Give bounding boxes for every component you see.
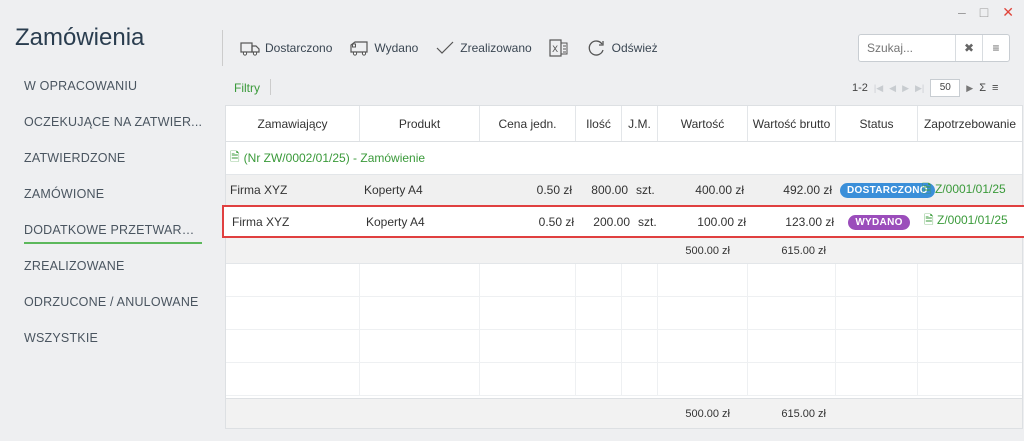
cell-client: Firma XYZ (230, 183, 288, 197)
sidebar-item-additional-processing[interactable]: DODATKOWE PRZETWARZA... (24, 218, 202, 244)
page-title: Zamówienia (15, 24, 145, 51)
hamburger-icon: ≡ (992, 41, 1000, 55)
search-box: ✖ ≡ (858, 34, 1010, 62)
empty-row (226, 330, 1022, 363)
sidebar-item-in-progress[interactable]: W OPRACOWANIU (24, 74, 204, 110)
cell-quantity: 800.00 (591, 183, 628, 197)
table-row[interactable]: Firma XYZ Koperty A4 0.50 zł 800.00 szt.… (226, 174, 1022, 206)
clear-icon: ✖ (963, 41, 975, 55)
checkmark-icon (436, 41, 454, 54)
delivered-label: Dostarczono (265, 41, 333, 55)
minimize-button[interactable]: – (958, 4, 966, 21)
van-icon (350, 41, 368, 56)
col-product[interactable]: Produkt (360, 106, 480, 141)
col-unit[interactable]: J.M. (622, 106, 658, 141)
toolbar: Dostarczono Wydano Zrealizowano X Odświe… (222, 30, 664, 66)
completed-label: Zrealizowano (460, 41, 532, 55)
filters-divider (270, 79, 271, 95)
group-label: (Nr ZW/0002/01/25) - Zamówienie (243, 151, 426, 165)
col-client[interactable]: Zamawiający (226, 106, 360, 141)
sidebar-item-all[interactable]: WSZYSTKIE (24, 326, 204, 362)
cell-gross-value: 492.00 zł (783, 183, 832, 197)
columns-menu-icon[interactable]: ≡ (992, 82, 998, 94)
col-unit-price[interactable]: Cena jedn. (480, 106, 576, 141)
cell-product: Koperty A4 (364, 183, 423, 197)
next-page-icon[interactable]: ▶ (902, 83, 909, 94)
table-header: Zamawiający Produkt Cena jedn. Ilość J.M… (226, 106, 1022, 142)
pager: 1-2 |◀ ◀ ▶ ▶| 50 ▶ Σ ≡ (852, 79, 998, 97)
col-requisition[interactable]: Zapotrzebowanie (918, 106, 1022, 141)
requisition-link[interactable]: 🗎 Z/0001/01/25 (920, 211, 1024, 232)
first-page-icon[interactable]: |◀ (874, 83, 883, 94)
empty-row (226, 264, 1022, 297)
delivered-button[interactable]: Dostarczono (233, 34, 338, 62)
requisition-link[interactable]: 🗎 Z/0001/01/25 (918, 180, 1022, 201)
cell-product: Koperty A4 (366, 214, 425, 229)
issued-button[interactable]: Wydano (342, 34, 424, 62)
group-total-value: 500.00 zł (685, 244, 730, 257)
orders-table: Zamawiający Produkt Cena jedn. Ilość J.M… (222, 105, 1024, 429)
grand-total-row: 500.00 zł 615.00 zł (226, 398, 1022, 428)
prev-page-icon[interactable]: ◀ (889, 83, 896, 94)
col-gross-value[interactable]: Wartość brutto (748, 106, 836, 141)
close-button[interactable]: ✕ (1002, 4, 1014, 21)
sidebar-item-completed[interactable]: ZREALIZOWANE (24, 254, 204, 290)
page-size-dropdown-icon[interactable]: ▶ (966, 83, 973, 94)
sum-icon[interactable]: Σ (979, 82, 986, 94)
cell-client: Firma XYZ (232, 214, 290, 229)
cell-unit-price: 0.50 zł (536, 183, 572, 197)
cell-unit-price: 0.50 zł (538, 214, 574, 229)
refresh-icon (588, 40, 604, 56)
search-input[interactable] (859, 41, 955, 55)
page-size-input[interactable]: 50 (930, 79, 961, 97)
sidebar-item-approved[interactable]: ZATWIERDZONE (24, 146, 204, 182)
last-page-icon[interactable]: ▶| (915, 83, 924, 94)
issued-label: Wydano (374, 41, 419, 55)
grand-total-gross: 615.00 zł (781, 407, 826, 420)
status-badge: WYDANO (848, 214, 910, 230)
sidebar-item-rejected[interactable]: ODRZUCONE / ANULOWANE (24, 290, 204, 326)
pager-range: 1-2 (852, 82, 868, 94)
svg-text:X: X (552, 45, 558, 55)
maximize-button[interactable]: □ (980, 4, 988, 21)
group-total-row: 500.00 zł 615.00 zł (226, 238, 1022, 264)
document-icon: 🗎 (230, 149, 240, 164)
clear-search-button[interactable]: ✖ (955, 35, 982, 61)
truck-icon (240, 42, 260, 56)
excel-export-button[interactable]: X (542, 34, 576, 62)
sidebar: W OPRACOWANIU OCZEKUJĄCE NA ZATWIER... Z… (24, 74, 204, 362)
window-controls: – □ ✕ (958, 4, 1014, 21)
sidebar-item-pending-approval[interactable]: OCZEKUJĄCE NA ZATWIER... (24, 110, 204, 146)
cell-gross-value: 123.00 zł (785, 214, 834, 229)
cell-value: 400.00 zł (695, 183, 744, 197)
table-row-selected[interactable]: Firma XYZ Koperty A4 0.50 zł 200.00 szt.… (222, 205, 1024, 238)
filters-link[interactable]: Filtry (234, 81, 260, 95)
col-quantity[interactable]: Ilość (576, 106, 622, 141)
group-header[interactable]: 🗎 (Nr ZW/0002/01/25) - Zamówienie (226, 142, 1022, 174)
group-total-gross: 615.00 zł (781, 244, 826, 257)
cell-value: 100.00 zł (697, 214, 746, 229)
menu-button[interactable]: ≡ (982, 35, 1009, 61)
completed-button[interactable]: Zrealizowano (428, 34, 537, 62)
excel-icon: X (549, 39, 568, 57)
col-status[interactable]: Status (836, 106, 918, 141)
cell-quantity: 200.00 (593, 214, 630, 229)
empty-row (226, 363, 1022, 396)
grand-total-value: 500.00 zł (685, 407, 730, 420)
cell-unit: szt. (638, 214, 657, 229)
col-value[interactable]: Wartość (658, 106, 748, 141)
cell-unit: szt. (636, 183, 655, 197)
empty-row (226, 297, 1022, 330)
refresh-label: Odśwież (611, 41, 658, 55)
refresh-button[interactable]: Odśwież (580, 34, 664, 62)
sidebar-item-ordered[interactable]: ZAMÓWIONE (24, 182, 204, 218)
